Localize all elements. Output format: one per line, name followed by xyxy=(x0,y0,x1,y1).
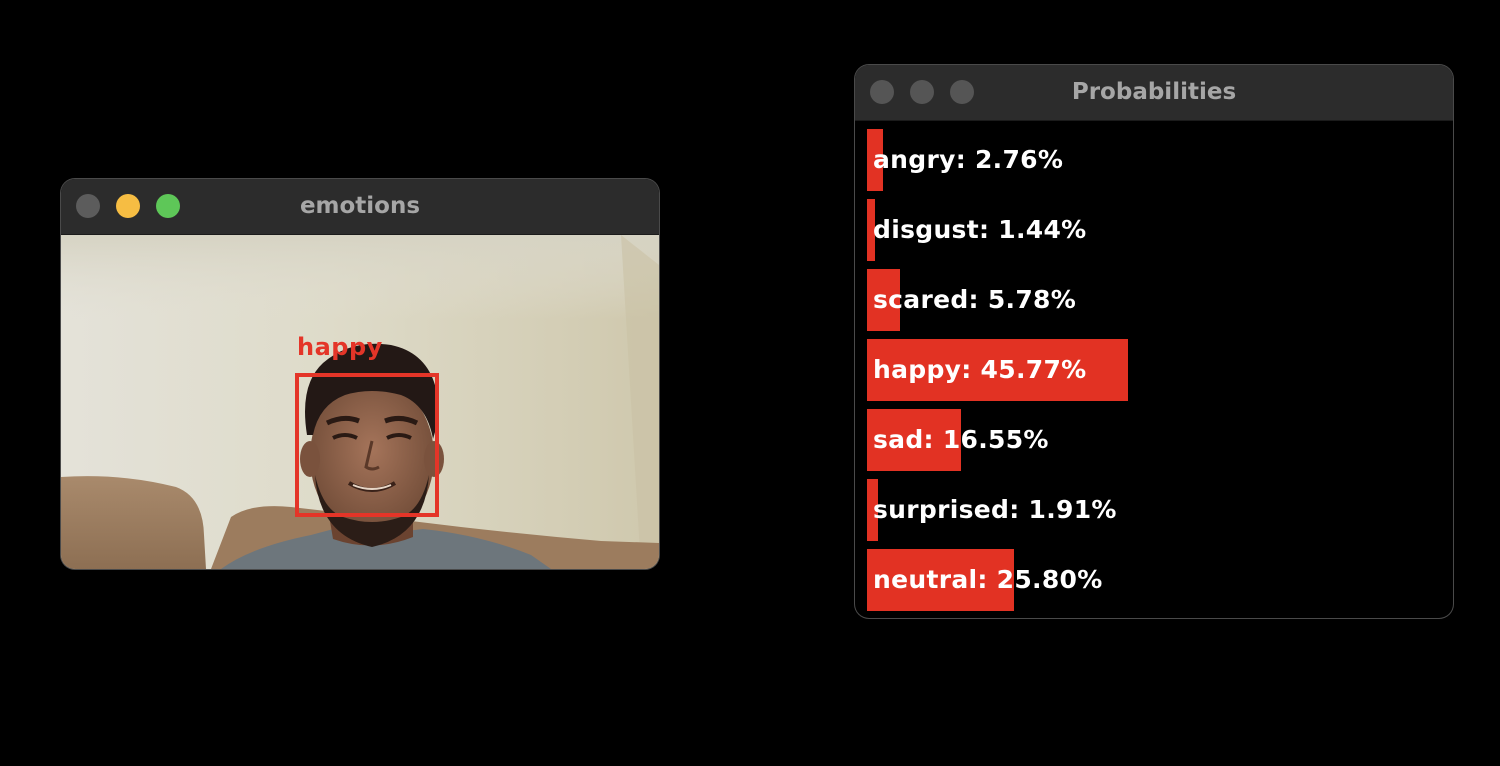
face-detection-box xyxy=(295,373,439,517)
prob-row-disgust: disgust: 1.44% xyxy=(855,199,1453,261)
prob-row-surprised: surprised: 1.91% xyxy=(855,479,1453,541)
emotions-titlebar[interactable]: emotions xyxy=(61,179,659,235)
prob-label: scared: 5.78% xyxy=(873,285,1077,314)
prob-row-angry: angry: 2.76% xyxy=(855,129,1453,191)
prob-label: surprised: 1.91% xyxy=(873,495,1117,524)
prob-label: happy: 45.77% xyxy=(873,355,1087,384)
probabilities-titlebar[interactable]: Probabilities xyxy=(855,65,1453,121)
window-title: Probabilities xyxy=(1071,79,1237,105)
prob-row-scared: scared: 5.78% xyxy=(855,269,1453,331)
camera-feed: happy xyxy=(61,235,659,569)
prob-label: angry: 2.76% xyxy=(873,145,1064,174)
prob-label: disgust: 1.44% xyxy=(873,215,1087,244)
probabilities-window[interactable]: Probabilities angry: 2.76% disgust: 1.44… xyxy=(855,65,1453,618)
prob-row-neutral: neutral: 25.80% xyxy=(855,549,1453,611)
prob-label: sad: 16.55% xyxy=(873,425,1049,454)
prob-row-sad: sad: 16.55% xyxy=(855,409,1453,471)
window-title: emotions xyxy=(299,193,421,219)
prob-label: neutral: 25.80% xyxy=(873,565,1103,594)
detection-label: happy xyxy=(297,333,383,361)
probability-list: angry: 2.76% disgust: 1.44% scared: 5.78… xyxy=(855,121,1453,618)
prob-row-happy: happy: 45.77% xyxy=(855,339,1453,401)
emotions-window[interactable]: emotions happy xyxy=(61,179,659,569)
